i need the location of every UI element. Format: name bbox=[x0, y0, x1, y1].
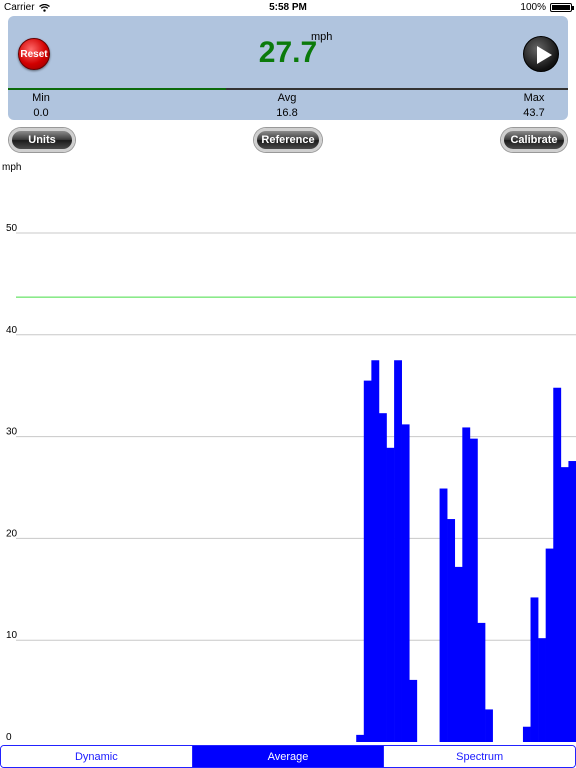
tab-bar: Dynamic Average Spectrum bbox=[0, 745, 576, 768]
battery-percent: 100% bbox=[520, 2, 546, 13]
chart-bar bbox=[477, 622, 486, 742]
avg-value: 16.8 bbox=[276, 107, 298, 119]
tab-average[interactable]: Average bbox=[192, 746, 385, 767]
progress-bar bbox=[8, 88, 568, 90]
tab-spectrum[interactable]: Spectrum bbox=[384, 746, 575, 767]
speed-panel: Reset 27.7 mph Min 0.0 Avg 16.8 Max 43.7 bbox=[8, 16, 568, 120]
speed-chart: mph 0 10 20 30 40 50 bbox=[2, 162, 576, 743]
chart-bar bbox=[530, 597, 539, 742]
y-tick-label: 50 bbox=[6, 223, 18, 234]
calibrate-button[interactable]: Calibrate bbox=[501, 128, 567, 152]
chart-bar bbox=[462, 427, 471, 742]
play-icon bbox=[537, 46, 552, 64]
y-tick-label: 0 bbox=[6, 732, 12, 743]
chart-bar bbox=[454, 566, 463, 742]
chart-bar bbox=[378, 413, 387, 742]
reference-button[interactable]: Reference bbox=[254, 128, 322, 152]
chart-bar bbox=[522, 726, 531, 742]
y-tick-label: 40 bbox=[6, 325, 18, 336]
chart-bar bbox=[363, 380, 372, 742]
y-tick-label: 30 bbox=[6, 427, 18, 438]
progress-fill bbox=[8, 88, 227, 90]
chart-bar bbox=[469, 438, 478, 742]
chart-bar bbox=[553, 387, 562, 742]
play-button[interactable] bbox=[523, 36, 559, 72]
chart-bar bbox=[439, 488, 448, 742]
battery-icon bbox=[550, 3, 574, 12]
chart-bar bbox=[545, 548, 554, 742]
chart-bar bbox=[386, 447, 395, 742]
chart-bar bbox=[371, 360, 380, 742]
chart-bar bbox=[356, 734, 365, 742]
units-button[interactable]: Units bbox=[9, 128, 75, 152]
tab-dynamic[interactable]: Dynamic bbox=[1, 746, 193, 767]
chart-bar bbox=[538, 638, 546, 742]
chart-bar bbox=[447, 519, 456, 742]
y-tick-label: 10 bbox=[6, 630, 18, 641]
chart-bar bbox=[560, 467, 569, 742]
speed-unit: mph bbox=[311, 31, 333, 43]
chart-bar bbox=[409, 679, 418, 742]
chart-bar bbox=[394, 360, 402, 742]
min-value: 0.0 bbox=[33, 107, 49, 119]
y-tick-label: 20 bbox=[6, 528, 18, 539]
avg-label: Avg bbox=[277, 92, 297, 104]
speed-readout: 27.7 bbox=[258, 36, 318, 69]
max-value: 43.7 bbox=[523, 107, 545, 119]
chart-y-unit: mph bbox=[2, 162, 21, 173]
status-right: 100% bbox=[520, 2, 574, 13]
status-time: 5:58 PM bbox=[269, 2, 307, 13]
min-label: Min bbox=[32, 92, 50, 104]
chart-bar bbox=[401, 424, 410, 742]
max-label: Max bbox=[523, 92, 545, 104]
chart-bar bbox=[485, 709, 493, 742]
chart-bar bbox=[568, 461, 576, 742]
status-bar: Carrier 5:58 PM 100% bbox=[0, 0, 576, 16]
